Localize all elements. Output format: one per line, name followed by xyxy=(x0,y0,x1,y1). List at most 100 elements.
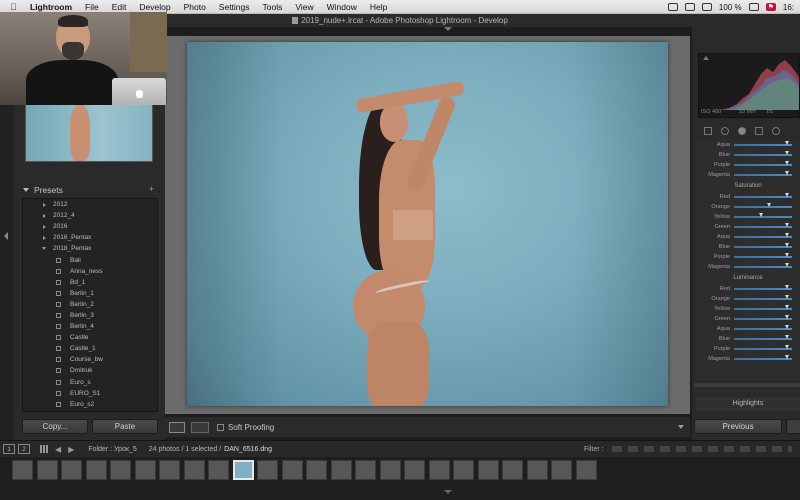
hsl-slider-row[interactable]: Blue xyxy=(696,334,800,344)
before-after-button[interactable] xyxy=(191,421,209,433)
filmstrip-thumbnail[interactable] xyxy=(36,460,58,480)
soft-proofing-checkbox[interactable] xyxy=(217,423,224,431)
preset-item[interactable]: Dmitruk xyxy=(23,365,157,376)
menu-window[interactable]: Window xyxy=(327,2,357,12)
hsl-slider-row[interactable]: Red xyxy=(696,284,800,294)
hsl-slider-track[interactable] xyxy=(734,171,792,176)
filmstrip-thumbnail[interactable] xyxy=(502,460,523,480)
menu-view[interactable]: View xyxy=(295,2,313,12)
hsl-slider-track[interactable] xyxy=(734,243,792,248)
forward-arrow-icon[interactable]: ▶ xyxy=(68,445,74,454)
radial-filter-icon[interactable] xyxy=(772,127,780,135)
preset-item[interactable]: 2012_4 xyxy=(23,210,157,221)
paste-button[interactable]: Paste xyxy=(92,419,158,434)
hsl-slider-handle[interactable] xyxy=(784,193,789,197)
hsl-slider-row[interactable]: Orange xyxy=(696,294,800,304)
menu-settings[interactable]: Settings xyxy=(219,2,250,12)
preset-file-icon[interactable] xyxy=(56,301,61,307)
hsl-slider-track[interactable] xyxy=(734,263,792,268)
preset-file-icon[interactable] xyxy=(56,401,61,407)
menu-photo[interactable]: Photo xyxy=(184,2,206,12)
hsl-slider-handle[interactable] xyxy=(784,355,789,359)
preset-item[interactable]: Castle xyxy=(23,332,157,343)
copy-button[interactable]: Copy... xyxy=(22,419,88,434)
hsl-slider-handle[interactable] xyxy=(784,151,789,155)
bottom-panel-toggle-icon[interactable] xyxy=(444,490,452,494)
back-arrow-icon[interactable]: ◀ xyxy=(55,445,61,454)
preset-item[interactable]: Euro_s xyxy=(23,377,157,388)
hsl-slider-handle[interactable] xyxy=(784,335,789,339)
left-panel-toggle-icon[interactable] xyxy=(4,232,8,240)
preset-file-icon[interactable] xyxy=(56,346,61,352)
hsl-slider-track[interactable] xyxy=(734,151,792,156)
hsl-slider-row[interactable]: Green xyxy=(696,314,800,324)
battery-icon[interactable] xyxy=(748,3,759,11)
highlights-section-header[interactable]: Highlights xyxy=(696,397,800,411)
hsl-slider-track[interactable] xyxy=(734,355,792,360)
filmstrip-thumbnail[interactable] xyxy=(281,460,303,480)
hsl-slider-row[interactable]: Blue xyxy=(696,242,800,252)
folder-collapsed-icon[interactable] xyxy=(43,224,46,229)
hsl-slider-handle[interactable] xyxy=(784,325,789,329)
hsl-slider-track[interactable] xyxy=(734,295,792,300)
preset-item[interactable]: Berlin_4 xyxy=(23,321,157,332)
menu-develop[interactable]: Develop xyxy=(139,2,170,12)
secondary-window-button[interactable]: 2 xyxy=(18,444,30,454)
filmstrip-thumbnail[interactable] xyxy=(232,460,254,480)
wifi-icon[interactable] xyxy=(701,3,712,11)
hsl-slider-track[interactable] xyxy=(734,305,792,310)
filmstrip-thumbnail[interactable] xyxy=(330,460,352,480)
toolbar-menu-icon[interactable] xyxy=(678,425,684,429)
hsl-slider-track[interactable] xyxy=(734,345,792,350)
hsl-slider-row[interactable]: Red xyxy=(696,192,800,202)
clock[interactable]: 16: xyxy=(783,3,794,12)
hsl-slider-track[interactable] xyxy=(734,161,792,166)
filmstrip-thumbnail[interactable] xyxy=(159,460,180,480)
preset-item[interactable]: Anna_ness xyxy=(23,266,157,277)
preset-item[interactable]: Berlin_3 xyxy=(23,310,157,321)
filter-controls[interactable] xyxy=(612,446,792,452)
preset-file-icon[interactable] xyxy=(56,368,61,374)
hsl-slider-track[interactable] xyxy=(734,325,792,330)
source-folder[interactable]: Folder : Урок_5 xyxy=(88,446,136,453)
menu-edit[interactable]: Edit xyxy=(112,2,127,12)
hsl-slider-row[interactable]: Magenta xyxy=(696,170,800,180)
preset-item[interactable]: 2018_Pentax xyxy=(23,243,157,254)
histogram[interactable]: ISO 400 53 mm f/5 xyxy=(698,53,800,118)
menu-file[interactable]: File xyxy=(85,2,99,12)
filmstrip-thumbnail[interactable] xyxy=(453,460,474,480)
dropbox-icon[interactable] xyxy=(667,3,678,11)
folder-expanded-icon[interactable] xyxy=(42,247,46,251)
filmstrip-thumbnail[interactable] xyxy=(379,460,401,480)
hsl-slider-row[interactable]: Blue xyxy=(696,150,800,160)
hsl-slider-row[interactable]: Orange xyxy=(696,202,800,212)
selected-filename[interactable]: DAN_6516.dng xyxy=(224,446,272,453)
hsl-slider-row[interactable]: Magenta xyxy=(696,354,800,364)
hsl-slider-track[interactable] xyxy=(734,233,792,238)
filmstrip-thumbnail[interactable] xyxy=(575,460,597,480)
hsl-slider-row[interactable]: Aqua xyxy=(696,232,800,242)
filmstrip-thumbnail[interactable] xyxy=(355,460,376,480)
preset-item[interactable]: Castle_1 xyxy=(23,343,157,354)
preset-item[interactable]: Bd_1 xyxy=(23,277,157,288)
filmstrip-thumbnail[interactable] xyxy=(404,460,425,480)
loupe-view-button[interactable] xyxy=(169,421,185,433)
filmstrip-thumbnail[interactable] xyxy=(183,460,205,480)
hsl-slider-handle[interactable] xyxy=(784,285,789,289)
hsl-slider-track[interactable] xyxy=(734,335,792,340)
hsl-slider-handle[interactable] xyxy=(784,243,789,247)
menu-app-name[interactable]: Lightroom xyxy=(30,2,72,12)
hsl-slider-row[interactable]: Aqua xyxy=(696,140,800,150)
filmstrip-thumbnail[interactable] xyxy=(306,460,327,480)
folder-collapsed-icon[interactable] xyxy=(43,202,46,207)
primary-window-button[interactable]: 1 xyxy=(3,444,15,454)
spot-removal-icon[interactable] xyxy=(721,127,729,135)
filmstrip-thumbnail[interactable] xyxy=(134,460,156,480)
top-panel-toggle-icon[interactable] xyxy=(444,27,452,31)
preset-item[interactable]: 2016_Pentax xyxy=(23,232,157,243)
preset-file-icon[interactable] xyxy=(56,324,61,330)
hsl-slider-track[interactable] xyxy=(734,213,792,218)
preset-file-icon[interactable] xyxy=(56,268,61,274)
sync-icon[interactable] xyxy=(684,3,695,11)
folder-collapsed-icon[interactable] xyxy=(43,235,46,240)
